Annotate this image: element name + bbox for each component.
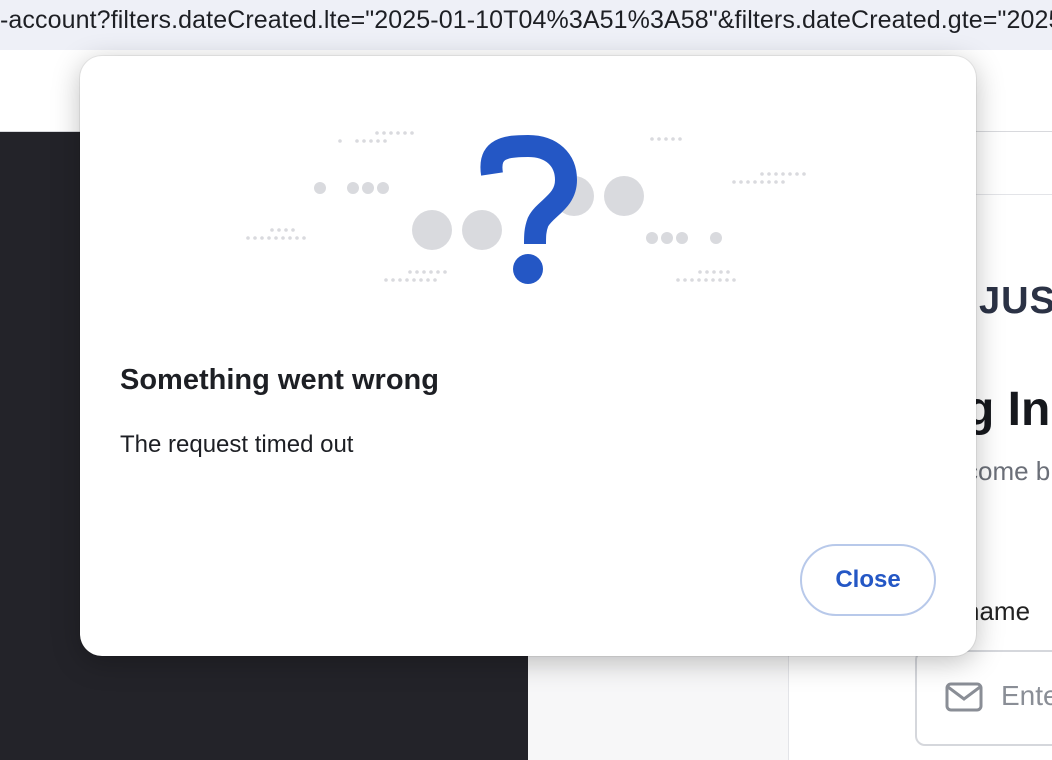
modal-overlay: Something went wrong The request timed o… bbox=[0, 0, 1052, 760]
question-mark-illustration-icon bbox=[246, 131, 806, 284]
close-button[interactable]: Close bbox=[800, 544, 936, 616]
dialog-message: The request timed out bbox=[120, 431, 354, 458]
dialog-title: Something went wrong bbox=[120, 364, 439, 396]
error-dialog: Something went wrong The request timed o… bbox=[80, 56, 976, 656]
